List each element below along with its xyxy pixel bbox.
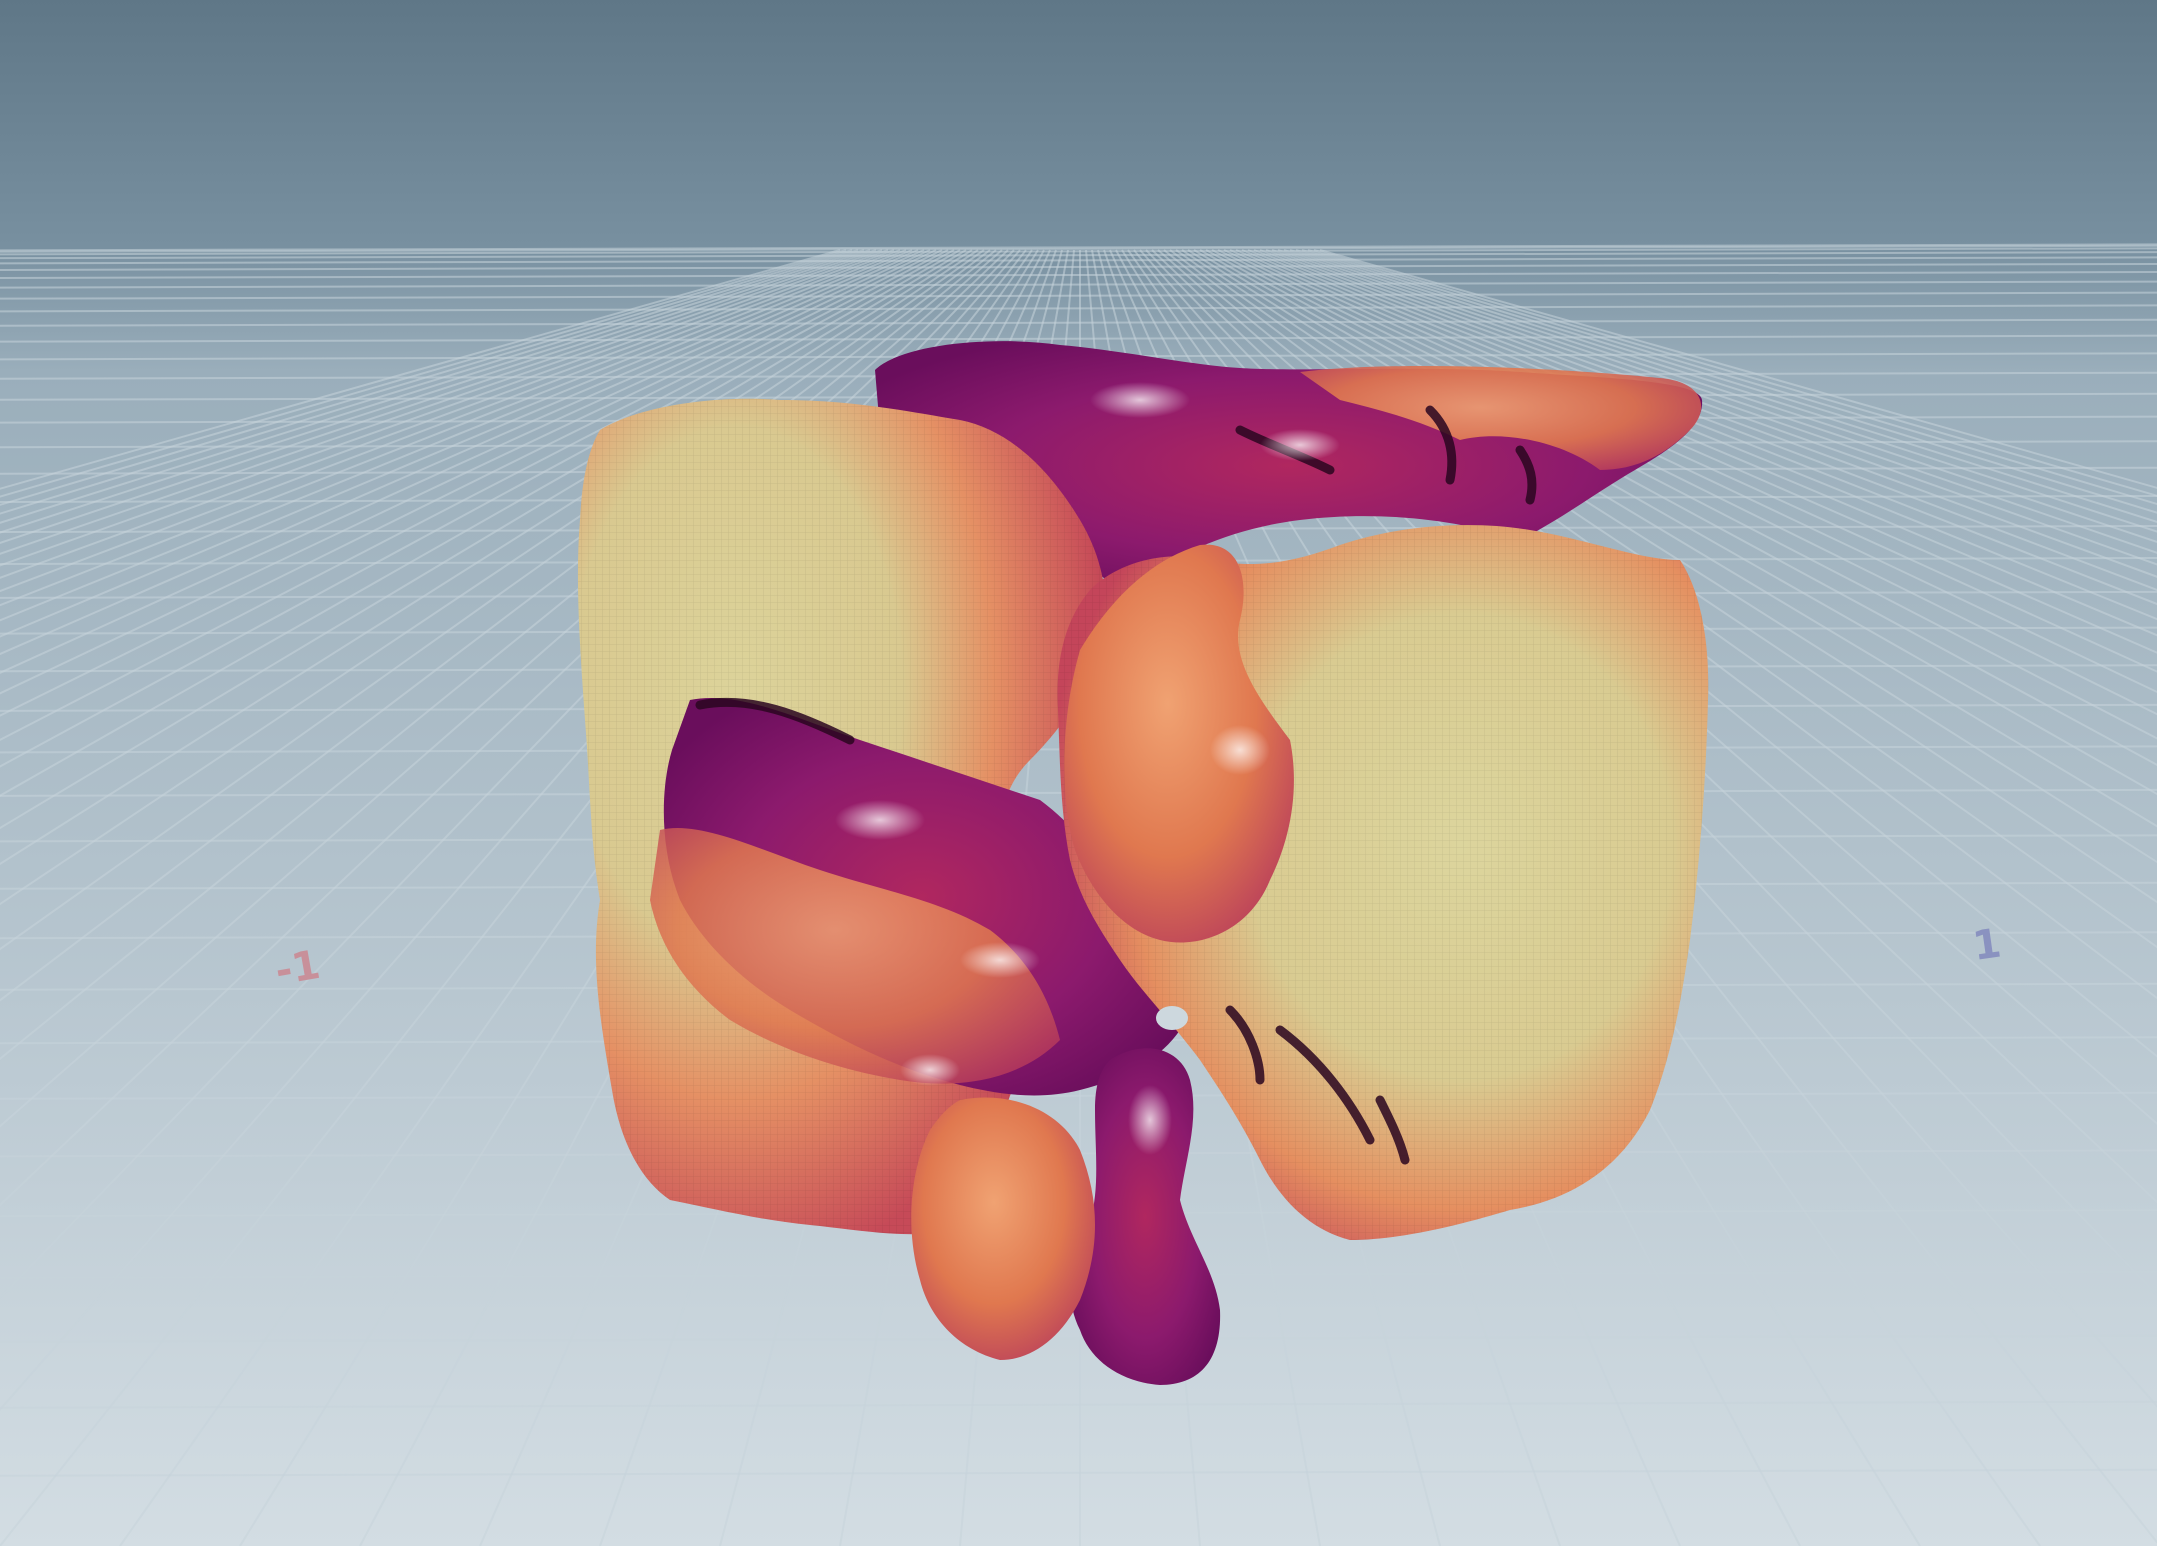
viewport-scene[interactable]: -1 1 (0, 0, 2157, 1546)
mesh-hole (1156, 1006, 1188, 1030)
3d-viewport[interactable]: -1 1 (0, 0, 2157, 1546)
axis-label-neg-x: -1 (272, 942, 324, 995)
